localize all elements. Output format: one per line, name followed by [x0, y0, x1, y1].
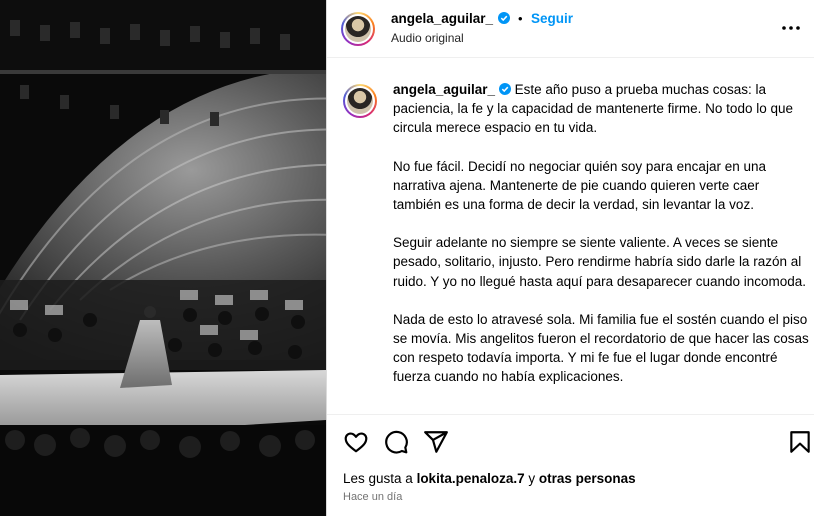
- follow-button[interactable]: Seguir: [531, 11, 573, 26]
- username-link[interactable]: angela_aguilar_: [391, 11, 493, 26]
- likes-others-link[interactable]: otras personas: [539, 471, 636, 486]
- audio-link[interactable]: Audio original: [391, 31, 464, 45]
- post-actions: Les gusta a lokita.penaloza.7 y otras pe…: [327, 414, 814, 516]
- comment-icon[interactable]: [383, 429, 409, 455]
- likes-prefix: Les gusta a: [343, 471, 417, 486]
- caption-text: angela_aguilar_ Este año puso a prueba m…: [393, 80, 809, 406]
- post-details-panel: angela_aguilar_ • Seguir Audio original …: [326, 0, 814, 516]
- verified-badge-icon: [498, 83, 511, 95]
- more-horizontal-icon[interactable]: [779, 16, 803, 40]
- caption-paragraph: Seguir adelante no siempre se siente val…: [393, 235, 807, 289]
- caption-avatar[interactable]: [343, 84, 377, 118]
- likes-summary: Les gusta a lokita.penaloza.7 y otras pe…: [343, 471, 636, 486]
- concert-stage-image: [0, 0, 326, 516]
- post-timestamp[interactable]: Hace un día: [343, 491, 402, 503]
- likes-user-link[interactable]: lokita.penaloza.7: [417, 471, 525, 486]
- header-title-row: angela_aguilar_ • Seguir: [391, 10, 573, 28]
- post-photo[interactable]: [0, 0, 326, 516]
- caption-paragraph: No fue fácil. Decidí no negociar quién s…: [393, 158, 766, 213]
- post-header: angela_aguilar_ • Seguir Audio original: [327, 0, 814, 58]
- save-icon[interactable]: [787, 429, 813, 455]
- avatar[interactable]: [341, 12, 375, 46]
- likes-suffix: y: [524, 471, 539, 486]
- heart-icon[interactable]: [343, 429, 369, 455]
- verified-badge-icon: [497, 12, 510, 24]
- separator-dot: •: [517, 11, 523, 26]
- caption-paragraph: Nada de esto lo atravesé sola. Mi famili…: [393, 311, 809, 385]
- share-icon[interactable]: [423, 429, 449, 455]
- caption-username-link[interactable]: angela_aguilar_: [393, 82, 495, 97]
